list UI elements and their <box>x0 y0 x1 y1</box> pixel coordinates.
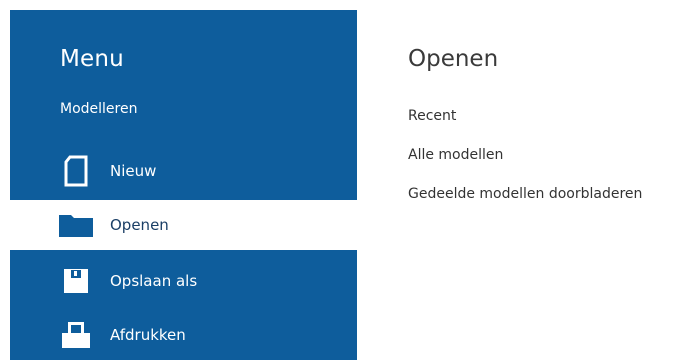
link-recent[interactable]: Recent <box>408 108 456 124</box>
sidebar-item-opslaan-als[interactable]: Opslaan als <box>10 256 357 306</box>
sidebar-item-label: Afdrukken <box>110 326 186 344</box>
sidebar-item-label: Nieuw <box>110 162 157 180</box>
folder-icon <box>56 205 96 245</box>
link-gedeelde-modellen-doorbladeren[interactable]: Gedeelde modellen doorbladeren <box>408 186 642 202</box>
sidebar-item-openen[interactable]: Openen <box>10 200 357 250</box>
sidebar-item-label: Opslaan als <box>110 272 198 290</box>
sidebar-item-afdrukken[interactable]: Afdrukken <box>10 310 357 360</box>
sidebar-item-label: Openen <box>110 216 169 234</box>
open-panel: Openen Recent Alle modellen Gedeelde mod… <box>357 10 689 360</box>
save-icon <box>56 261 96 301</box>
page-title: Openen <box>408 46 499 72</box>
link-alle-modellen[interactable]: Alle modellen <box>408 147 503 163</box>
new-document-icon <box>56 151 96 191</box>
sidebar-item-nieuw[interactable]: Nieuw <box>10 146 357 196</box>
section-label-modelleren: Modelleren <box>60 101 138 117</box>
sidebar-menu: Menu Modelleren Nieuw Openen Opslaan als <box>10 10 357 360</box>
printer-icon <box>56 315 96 355</box>
menu-title: Menu <box>60 46 124 72</box>
